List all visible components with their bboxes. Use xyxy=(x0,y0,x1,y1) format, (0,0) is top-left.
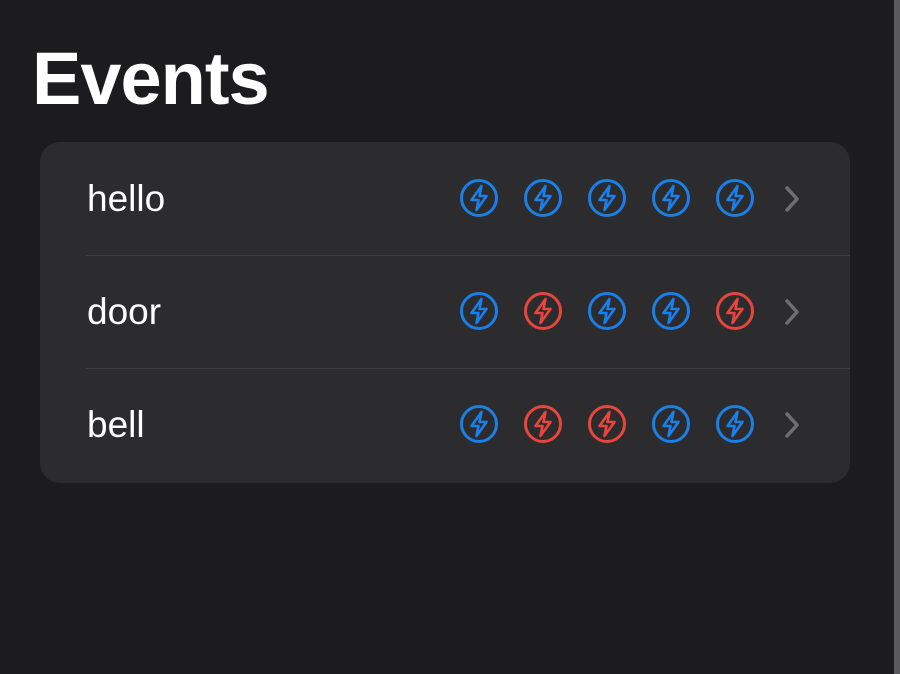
bolt-circle-icon xyxy=(524,179,562,217)
bolt-circle-icon xyxy=(460,179,498,217)
event-row-hello[interactable]: hello xyxy=(40,142,850,255)
bolt-circle-icon xyxy=(652,292,690,330)
bolt-circle-icon xyxy=(716,292,754,330)
event-row-bell[interactable]: bell xyxy=(40,368,850,481)
bolt-circle-icon xyxy=(460,405,498,443)
events-list: hello door bell xyxy=(40,142,850,483)
event-indicators xyxy=(459,291,755,331)
events-screen: Events hello door bell xyxy=(0,0,894,674)
bolt-circle-icon xyxy=(716,405,754,443)
chevron-right-icon xyxy=(785,412,799,438)
event-label: bell xyxy=(87,403,145,445)
bolt-circle-icon xyxy=(524,405,562,443)
event-indicators xyxy=(459,404,755,444)
bolt-circle-icon xyxy=(588,405,626,443)
bolt-circle-icon xyxy=(588,292,626,330)
bolt-circle-icon xyxy=(524,292,562,330)
bolt-circle-icon xyxy=(652,179,690,217)
page-title: Events xyxy=(32,37,270,120)
bolt-circle-icon xyxy=(716,179,754,217)
event-label: hello xyxy=(87,177,166,219)
event-label: door xyxy=(87,290,162,332)
bolt-circle-icon xyxy=(652,405,690,443)
bolt-circle-icon xyxy=(588,179,626,217)
event-row-door[interactable]: door xyxy=(40,255,850,368)
chevron-right-icon xyxy=(785,299,799,325)
bolt-circle-icon xyxy=(460,292,498,330)
window-edge xyxy=(894,0,900,674)
chevron-right-icon xyxy=(785,186,799,212)
event-indicators xyxy=(459,178,755,218)
